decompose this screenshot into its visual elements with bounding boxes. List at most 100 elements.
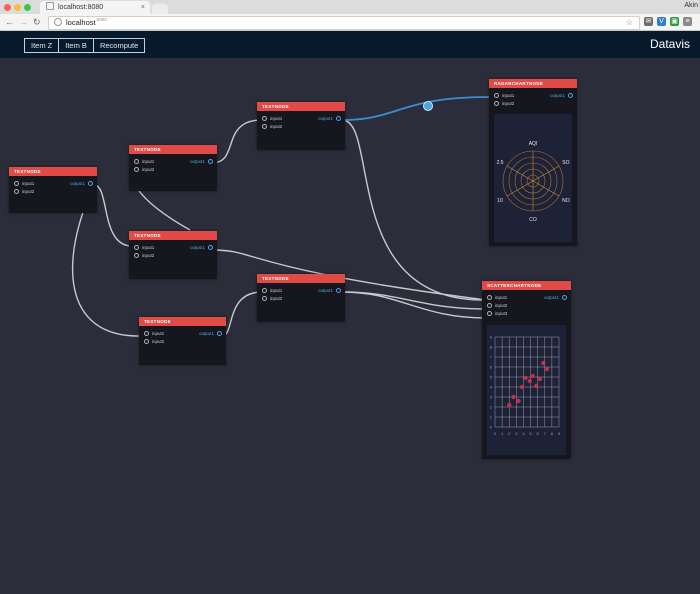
node-title: TEXTNODE xyxy=(257,102,345,111)
input-port[interactable]: input2 xyxy=(262,296,282,302)
input-port[interactable]: input1 xyxy=(134,159,154,165)
output-port[interactable]: output1 xyxy=(318,116,341,122)
textnode-a[interactable]: TEXTNODE input1 input2 output1 xyxy=(9,167,97,213)
output-port[interactable]: output1 xyxy=(70,181,93,187)
input-port[interactable]: input1 xyxy=(494,93,514,99)
browser-tab-strip: localhost:8080 × Akin xyxy=(0,0,700,14)
output-port[interactable]: output1 xyxy=(190,159,213,165)
input-port[interactable]: input2 xyxy=(14,189,34,195)
y-tick-label: 0 xyxy=(490,425,493,430)
ext-1-icon[interactable]: ✉ xyxy=(644,17,653,26)
scatter-point xyxy=(511,394,516,400)
node-title: SCATTERCHARTNODE xyxy=(482,281,571,290)
output-port[interactable]: output1 xyxy=(190,245,213,251)
scatter-point xyxy=(516,398,521,404)
input-port[interactable]: input2 xyxy=(262,124,282,130)
y-tick-label: 6 xyxy=(490,365,493,370)
y-tick-label: 2 xyxy=(490,405,493,410)
node-canvas[interactable]: TEXTNODE input1 input2 output1 TEXTNODE … xyxy=(0,58,700,594)
brand-title: Datavis xyxy=(649,37,690,51)
textnode-d[interactable]: TEXTNODE input1 input2 output1 xyxy=(257,102,345,150)
y-tick-label: 7 xyxy=(490,355,493,360)
radar-axis-label: NO xyxy=(562,198,570,204)
input-port[interactable]: input1 xyxy=(262,116,282,122)
address-bar[interactable]: localhost:8080 ☆ xyxy=(48,16,640,30)
scatter-chart: 00112233445566778899 xyxy=(490,335,561,437)
x-tick-label: 2 xyxy=(508,431,511,436)
minimize-window-button[interactable] xyxy=(14,4,21,11)
ext-2-icon[interactable]: V xyxy=(657,17,666,26)
input-port[interactable]: input2 xyxy=(134,167,154,173)
radar-axis-label: AQI xyxy=(529,141,538,147)
input-port[interactable]: input2 xyxy=(134,253,154,259)
back-button[interactable]: ← xyxy=(5,16,14,28)
output-port[interactable]: output1 xyxy=(199,331,222,337)
textnode-f[interactable]: TEXTNODE input1 input2 output1 xyxy=(139,317,226,365)
radar-chart: AQI SO NO CO 10 2.5 xyxy=(497,141,570,223)
ext-4-icon[interactable]: ≡ xyxy=(683,17,692,26)
close-window-button[interactable] xyxy=(4,4,11,11)
radar-axis-label: SO xyxy=(562,160,569,166)
drag-handle-icon[interactable] xyxy=(423,101,433,111)
zoom-window-button[interactable] xyxy=(24,4,31,11)
recompute-button[interactable]: Recompute xyxy=(94,39,144,52)
x-tick-label: 3 xyxy=(515,431,518,436)
forward-button[interactable]: → xyxy=(19,16,28,28)
radar-axis-label: CO xyxy=(529,217,537,223)
menu-bar: Item Z Item B Recompute xyxy=(24,38,146,53)
close-tab-icon[interactable]: × xyxy=(141,1,145,14)
textnode-c[interactable]: TEXTNODE input1 input2 output1 xyxy=(129,231,217,279)
browser-tab[interactable]: localhost:8080 × xyxy=(40,1,150,14)
bookmark-star-icon[interactable]: ☆ xyxy=(626,17,633,29)
x-tick-label: 0 xyxy=(494,431,497,436)
input-port[interactable]: input1 xyxy=(134,245,154,251)
wire xyxy=(211,119,263,164)
profile-name[interactable]: Akin xyxy=(684,2,698,9)
input-port[interactable]: input2 xyxy=(144,339,164,345)
browser-toolbar: ← → ↻ localhost:8080 ☆ ✉ V ▣ ≡ xyxy=(0,14,700,31)
y-tick-label: 8 xyxy=(490,345,493,350)
wire xyxy=(341,119,487,301)
scatter-point xyxy=(519,384,525,390)
output-port[interactable]: output1 xyxy=(318,288,341,294)
url-port: :8080 xyxy=(95,17,107,22)
scatter-point xyxy=(530,373,535,379)
x-tick-label: 6 xyxy=(537,431,540,436)
textnode-b[interactable]: TEXTNODE input1 input2 output1 xyxy=(129,145,217,191)
wire xyxy=(93,184,133,247)
x-tick-label: 8 xyxy=(551,431,554,436)
x-tick-label: 1 xyxy=(501,431,504,436)
scatter-chart-panel: 00112233445566778899 xyxy=(487,325,566,455)
reload-button[interactable]: ↻ xyxy=(33,16,41,28)
node-title: TEXTNODE xyxy=(129,145,217,154)
scatter-point xyxy=(537,376,542,382)
input-port[interactable]: input1 xyxy=(14,181,34,187)
new-tab-button[interactable] xyxy=(152,4,168,14)
input-port[interactable]: input1 xyxy=(487,295,507,301)
scatter-point xyxy=(527,378,533,384)
radarchart-node[interactable]: RADARCHARTNODE input1 input2 output1 AQI… xyxy=(489,79,577,246)
wire xyxy=(221,291,263,337)
node-title: TEXTNODE xyxy=(139,317,226,326)
scatter-point xyxy=(507,402,512,408)
menu-item-z[interactable]: Item Z xyxy=(25,39,60,52)
menu-item-b[interactable]: Item B xyxy=(59,39,94,52)
output-port[interactable]: output1 xyxy=(544,295,567,301)
radar-chart-panel: AQI SO NO CO 10 2.5 xyxy=(494,114,572,242)
y-tick-label: 4 xyxy=(490,385,493,390)
input-port[interactable]: input1 xyxy=(144,331,164,337)
x-tick-label: 9 xyxy=(558,431,561,436)
input-port[interactable]: input2 xyxy=(494,101,514,107)
url-host: localhost xyxy=(66,18,96,27)
input-port[interactable]: input3 xyxy=(487,311,507,317)
y-tick-label: 1 xyxy=(490,415,493,420)
input-port[interactable]: input2 xyxy=(487,303,507,309)
scatterchart-node[interactable]: SCATTERCHARTNODE input1 input2 input3 ou… xyxy=(482,281,571,459)
node-title: TEXTNODE xyxy=(9,167,97,176)
app-header: Item Z Item B Recompute Datavis xyxy=(0,31,700,58)
radar-axis-label: 10 xyxy=(497,198,503,204)
ext-3-icon[interactable]: ▣ xyxy=(670,17,679,26)
output-port[interactable]: output1 xyxy=(550,93,573,99)
input-port[interactable]: input1 xyxy=(262,288,282,294)
textnode-e[interactable]: TEXTNODE input1 input2 output1 xyxy=(257,274,345,322)
